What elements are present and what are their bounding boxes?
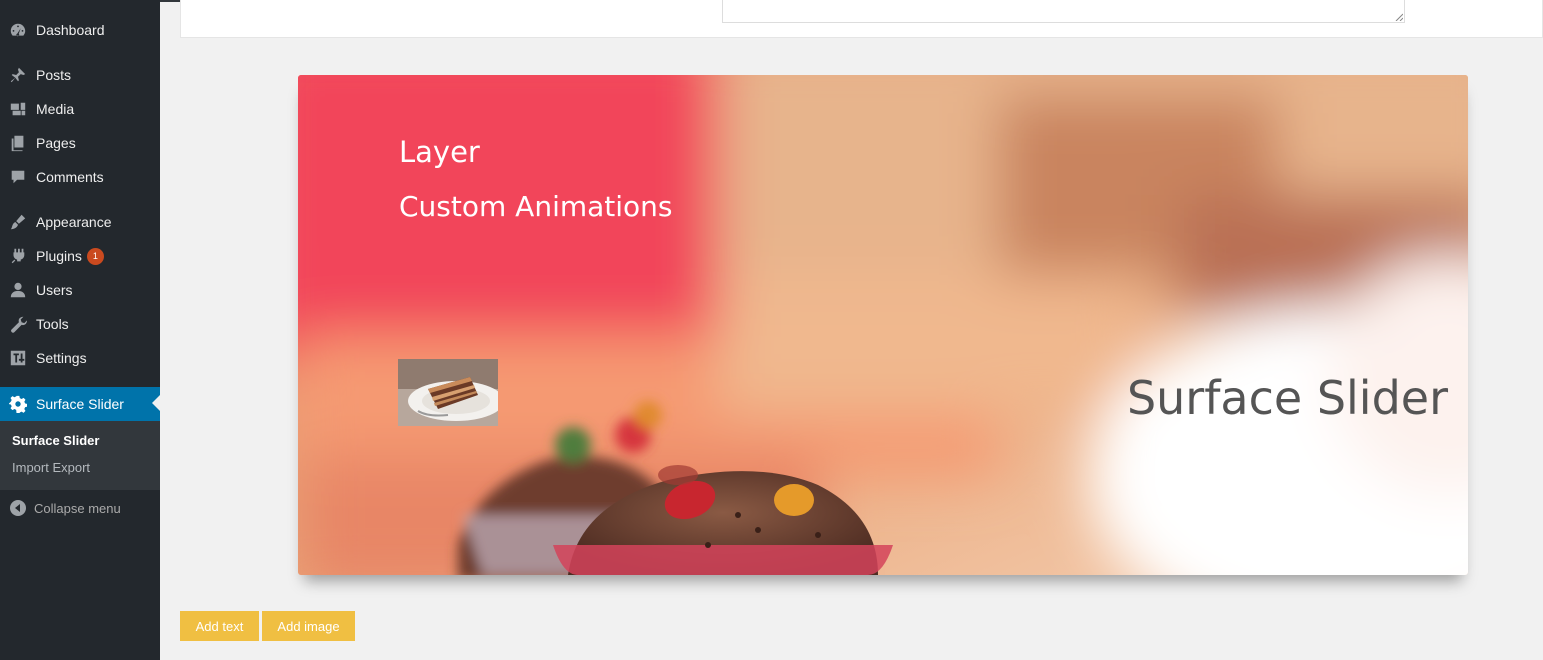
plug-icon: [9, 247, 27, 265]
admin-sidebar: Dashboard Posts Media Pages Comments App…: [0, 0, 160, 660]
menu-appearance[interactable]: Appearance: [0, 205, 160, 239]
menu-settings-label: Settings: [36, 350, 87, 366]
menu-users-label: Users: [36, 282, 73, 298]
collapse-menu-button[interactable]: Collapse menu: [0, 496, 160, 520]
menu-appearance-label: Appearance: [36, 214, 112, 230]
pin-icon: [9, 66, 27, 84]
menu-tools[interactable]: Tools: [0, 307, 160, 341]
menu-settings[interactable]: Settings: [0, 341, 160, 375]
brush-icon: [9, 213, 27, 231]
slide-layer-text-3[interactable]: Surface Slider: [1127, 371, 1448, 425]
menu-plugins[interactable]: Plugins 1: [0, 239, 160, 273]
menu-pages[interactable]: Pages: [0, 126, 160, 160]
wrench-icon: [9, 315, 27, 333]
menu-dashboard[interactable]: Dashboard: [0, 13, 160, 47]
slide-layer-text-1[interactable]: Layer: [399, 135, 480, 169]
menu-comments-label: Comments: [36, 169, 104, 185]
menu-users[interactable]: Users: [0, 273, 160, 307]
user-icon: [9, 281, 27, 299]
add-image-button[interactable]: Add image: [262, 611, 355, 641]
menu-posts[interactable]: Posts: [0, 58, 160, 92]
comment-icon: [9, 168, 27, 186]
dashboard-icon: [9, 21, 27, 39]
collapse-menu-label: Collapse menu: [34, 500, 121, 516]
css-textarea[interactable]: [722, 0, 1405, 23]
menu-dashboard-label: Dashboard: [36, 22, 105, 38]
menu-media[interactable]: Media: [0, 92, 160, 126]
menu-media-label: Media: [36, 101, 75, 117]
plugins-update-badge: 1: [86, 247, 104, 265]
surface-slider-submenu: Surface Slider Import Export: [0, 421, 160, 490]
settings-icon: [9, 349, 27, 367]
slide-layer-text-2[interactable]: Custom Animations: [399, 190, 673, 223]
media-icon: [9, 100, 27, 118]
menu-posts-label: Posts: [36, 67, 72, 83]
menu-pages-label: Pages: [36, 135, 76, 151]
settings-panel: [180, 0, 1543, 38]
collapse-arrow-icon: [10, 500, 26, 516]
menu-surface-slider-label: Surface Slider: [36, 396, 124, 412]
add-text-button[interactable]: Add text: [180, 611, 259, 641]
pages-icon: [9, 134, 27, 152]
menu-plugins-label: Plugins: [36, 248, 82, 264]
submenu-import-export[interactable]: Import Export: [12, 460, 90, 475]
slide-layer-image[interactable]: [398, 359, 498, 426]
menu-tools-label: Tools: [36, 316, 69, 332]
submenu-surface-slider[interactable]: Surface Slider: [12, 433, 99, 448]
gear-icon: [9, 395, 27, 413]
slider-preview: Layer Custom Animations Surface Slider: [298, 75, 1468, 575]
menu-surface-slider[interactable]: Surface Slider: [0, 387, 160, 421]
menu-comments[interactable]: Comments: [0, 160, 160, 194]
resize-handle-icon[interactable]: [1395, 13, 1403, 21]
